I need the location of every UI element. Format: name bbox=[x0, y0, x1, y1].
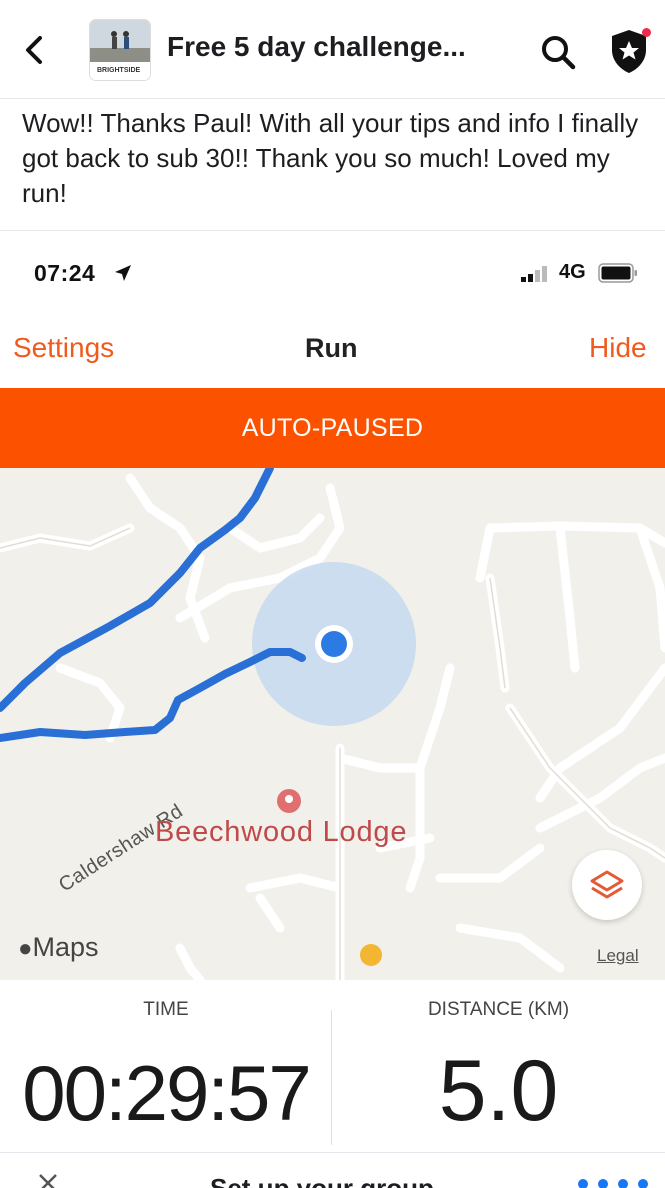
setup-group-text: Set up your group bbox=[210, 1173, 434, 1188]
notification-dot bbox=[642, 28, 651, 37]
network-type: 4G bbox=[559, 261, 586, 283]
app-header: BRIGHTSIDE Free 5 day challenge... bbox=[0, 0, 665, 99]
auto-paused-banner: AUTO-PAUSED bbox=[0, 388, 665, 468]
banner-text: AUTO-PAUSED bbox=[241, 414, 424, 442]
signal-icon bbox=[521, 266, 547, 282]
post-image[interactable]: 07:24 4G Settings Run Hide AUTO-PAUSED C… bbox=[0, 232, 665, 1187]
distance-value: 5.0 bbox=[438, 1043, 559, 1139]
group-thumb-text: BRIGHTSIDE bbox=[97, 67, 141, 74]
battery-icon bbox=[598, 263, 637, 283]
map-layers-button[interactable] bbox=[572, 850, 642, 920]
search-button[interactable] bbox=[538, 32, 578, 72]
location-arrow-icon bbox=[115, 265, 131, 281]
maps-logo: ●Maps bbox=[18, 932, 99, 963]
distance-label: DISTANCE (KM) bbox=[427, 999, 570, 1020]
place-label: Beechwood Lodge bbox=[155, 816, 408, 848]
run-title: Run bbox=[305, 333, 358, 363]
time-label: TIME bbox=[143, 999, 189, 1020]
poi-marker bbox=[360, 944, 382, 966]
settings-link[interactable]: Settings bbox=[13, 332, 114, 364]
legal-link[interactable]: Legal bbox=[597, 946, 639, 966]
back-arrow-icon bbox=[26, 36, 42, 64]
group-title[interactable]: Free 5 day challenge... bbox=[167, 31, 466, 63]
time-value: 00:29:57 bbox=[22, 1049, 312, 1137]
back-button[interactable] bbox=[18, 30, 54, 70]
status-time: 07:24 bbox=[34, 260, 96, 286]
group-setup-bar[interactable]: Set up your group bbox=[0, 1152, 665, 1188]
route-map[interactable]: Caldershaw Rd Beechwood Lodge ●Maps Lega… bbox=[0, 468, 665, 980]
divider bbox=[0, 230, 665, 231]
post-text: Wow!! Thanks Paul! With all your tips an… bbox=[22, 108, 639, 208]
close-icon[interactable] bbox=[36, 1171, 60, 1188]
map-layers-icon bbox=[590, 870, 624, 899]
group-avatar[interactable]: BRIGHTSIDE bbox=[90, 20, 150, 80]
location-pin-icon bbox=[277, 789, 301, 813]
run-stats: TIME 00:29:57 DISTANCE (KM) 5.0 bbox=[0, 980, 665, 1148]
map-roads bbox=[0, 468, 665, 980]
apple-icon: ● bbox=[18, 935, 33, 962]
search-icon bbox=[542, 36, 576, 70]
maps-logo-text: Maps bbox=[32, 932, 99, 962]
hide-link[interactable]: Hide bbox=[589, 332, 647, 364]
